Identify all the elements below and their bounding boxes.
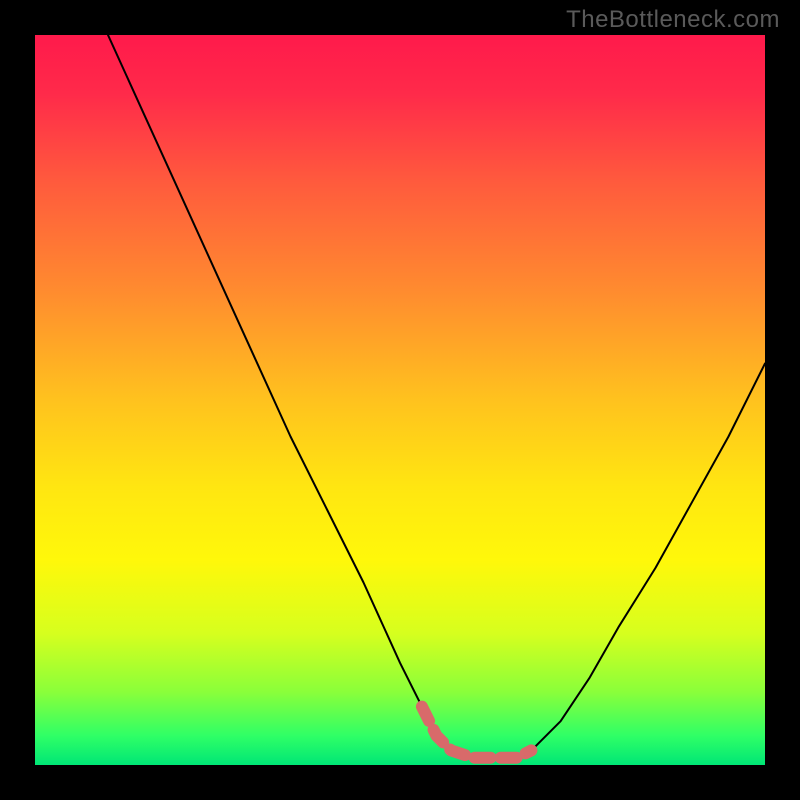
chart-frame: TheBottleneck.com (0, 0, 800, 800)
chart-background (35, 35, 765, 765)
watermark-text: TheBottleneck.com (566, 6, 780, 34)
bottleneck-chart (35, 35, 765, 765)
